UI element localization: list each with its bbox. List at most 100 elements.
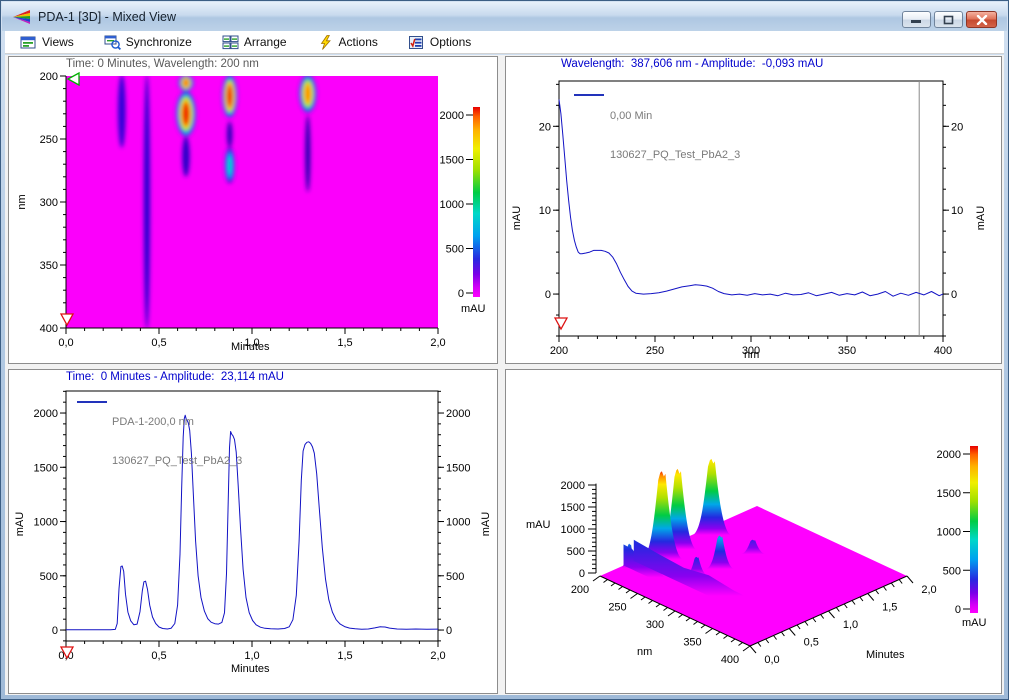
toolbar-synchronize-label: Synchronize	[126, 35, 192, 49]
restore-button[interactable]	[934, 11, 963, 28]
toolbar-options[interactable]: Options	[405, 33, 474, 52]
contour-colorbar-unit: mAU	[461, 303, 485, 315]
spectrum-plot-canvas[interactable]: 2002503003504002020101000	[506, 57, 1001, 363]
svg-text:0,5: 0,5	[151, 337, 166, 349]
synchronize-icon	[104, 35, 121, 50]
chromatogram-x-axis-title: Minutes	[231, 663, 270, 675]
toolbar-arrange[interactable]: Arrange	[219, 33, 290, 52]
toolbar-views[interactable]: Views	[17, 33, 77, 52]
svg-text:350: 350	[683, 637, 701, 649]
svg-text:350: 350	[838, 345, 856, 357]
surface-z-axis-title: mAU	[526, 519, 550, 531]
spectrum-y-axis-title-left: mAU	[511, 203, 523, 233]
svg-text:400: 400	[721, 654, 739, 666]
toolbar-synchronize[interactable]: Synchronize	[101, 33, 195, 52]
svg-text:500: 500	[943, 565, 961, 577]
svg-text:200: 200	[40, 71, 58, 83]
close-button[interactable]	[966, 11, 997, 28]
svg-text:500: 500	[446, 571, 464, 583]
spectrum-legend-swatch	[574, 94, 604, 96]
svg-text:500: 500	[40, 571, 58, 583]
window-controls	[902, 11, 997, 28]
svg-text:0: 0	[52, 625, 58, 637]
panel-chromatogram-plot: Time: 0 Minutes - Amplitude: 23,114 mAU …	[8, 369, 498, 694]
contour-y-axis-title: nm	[16, 187, 28, 217]
panel-spectrum-plot: Wavelength: 387,606 nm - Amplitude: -0,0…	[505, 56, 1002, 364]
svg-text:0,0: 0,0	[764, 654, 779, 666]
svg-text:0,0: 0,0	[58, 337, 73, 349]
chromatogram-legend: PDA-1-200,0 nm 130627_PQ_Test_PbA2_3	[112, 390, 242, 494]
surface-plot-canvas[interactable]: 2002503003504000,00,51,01,52,02000150010…	[506, 370, 1001, 693]
chromatogram-y-axis-title-right: mAU	[480, 509, 492, 539]
svg-text:2,0: 2,0	[430, 650, 445, 662]
svg-text:0: 0	[545, 289, 551, 301]
surface-minutes-axis-title: Minutes	[866, 649, 905, 661]
svg-text:1,0: 1,0	[244, 650, 259, 662]
contour-plot-canvas[interactable]: 2002503003504000,00,51,01,52,02000150010…	[9, 57, 497, 363]
actions-icon	[317, 35, 334, 50]
svg-text:500: 500	[446, 244, 464, 256]
svg-text:1,5: 1,5	[337, 650, 352, 662]
chromatogram-legend-signal: PDA-1-200,0 nm	[112, 416, 242, 429]
spectrum-legend-sample: 130627_PQ_Test_PbA2_3	[610, 149, 740, 162]
svg-text:0: 0	[951, 289, 957, 301]
svg-text:300: 300	[646, 619, 664, 631]
svg-text:1500: 1500	[440, 155, 464, 167]
svg-text:400: 400	[40, 323, 58, 335]
spectrum-x-axis-title: nm	[744, 349, 759, 361]
svg-text:0: 0	[955, 604, 961, 616]
views-icon	[20, 35, 37, 50]
svg-text:0,5: 0,5	[151, 650, 166, 662]
toolbar-actions[interactable]: Actions	[314, 33, 381, 52]
svg-text:1000: 1000	[440, 199, 464, 211]
svg-text:2,0: 2,0	[921, 584, 936, 596]
svg-text:500: 500	[567, 546, 585, 558]
toolbar-actions-label: Actions	[339, 35, 378, 49]
svg-text:0,5: 0,5	[804, 637, 819, 649]
svg-text:1000: 1000	[34, 517, 58, 529]
svg-text:2000: 2000	[446, 408, 470, 420]
svg-text:2000: 2000	[440, 110, 464, 122]
spectrum-y-axis-title-right: mAU	[975, 203, 987, 233]
svg-text:1,0: 1,0	[843, 619, 858, 631]
svg-text:300: 300	[40, 197, 58, 209]
chromatogram-plot-canvas[interactable]: 0,00,51,01,52,02000200015001500100010005…	[9, 370, 497, 693]
toolbar: Views Synchronize	[5, 31, 1004, 54]
svg-text:250: 250	[646, 345, 664, 357]
surface-colorbar-unit: mAU	[962, 617, 986, 629]
svg-text:2,0: 2,0	[430, 337, 445, 349]
svg-text:0: 0	[446, 625, 452, 637]
svg-text:10: 10	[951, 205, 963, 217]
titlebar[interactable]: PDA-1 [3D] - Mixed View	[2, 2, 1007, 31]
svg-text:1000: 1000	[937, 527, 961, 539]
svg-text:250: 250	[608, 602, 626, 614]
svg-text:20: 20	[539, 121, 551, 133]
window-title: PDA-1 [3D] - Mixed View	[38, 10, 176, 24]
surface-nm-axis-title: nm	[637, 646, 652, 658]
contour-header: Time: 0 Minutes, Wavelength: 200 nm	[66, 58, 259, 70]
svg-text:350: 350	[40, 260, 58, 272]
minimize-button[interactable]	[902, 11, 931, 28]
toolbar-arrange-label: Arrange	[244, 35, 287, 49]
chromatogram-legend-swatch	[77, 401, 107, 403]
svg-text:1000: 1000	[446, 517, 470, 529]
svg-text:200: 200	[571, 584, 589, 596]
screenshot-stage: PDA-1 [3D] - Mixed View	[0, 0, 1009, 700]
svg-text:2000: 2000	[937, 449, 961, 461]
chromatogram-legend-sample: 130627_PQ_Test_PbA2_3	[112, 455, 242, 468]
toolbar-views-label: Views	[42, 35, 74, 49]
contour-x-axis-title: Minutes	[231, 341, 270, 353]
spectrum-legend-time: 0,00 Min	[610, 110, 740, 123]
svg-text:1,5: 1,5	[882, 602, 897, 614]
svg-text:1000: 1000	[561, 524, 585, 536]
svg-text:1500: 1500	[34, 462, 58, 474]
svg-text:20: 20	[951, 121, 963, 133]
panel-3d-surface-plot: mAU nm Minutes mAU 200 250 300 350 400 0,0 0,5…	[505, 369, 1002, 694]
spectrum-header: Wavelength: 387,606 nm - Amplitude: -0,0…	[561, 58, 823, 70]
svg-text:250: 250	[40, 134, 58, 146]
app-window: PDA-1 [3D] - Mixed View	[0, 0, 1009, 700]
svg-text:1500: 1500	[446, 462, 470, 474]
app-icon	[10, 9, 32, 25]
svg-text:0: 0	[579, 568, 585, 580]
chromatogram-y-axis-title-left: mAU	[14, 509, 26, 539]
